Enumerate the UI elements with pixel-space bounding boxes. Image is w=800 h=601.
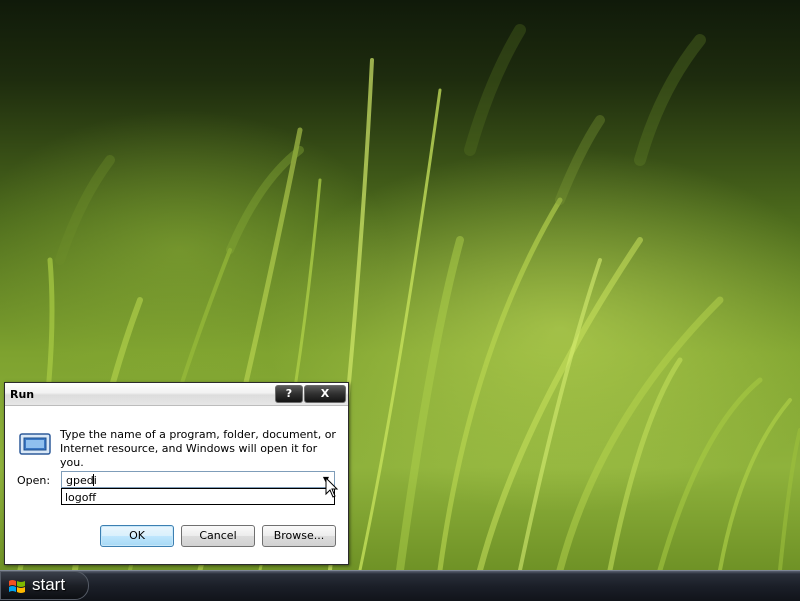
start-button[interactable]: start [0,571,89,600]
run-program-icon [19,433,51,455]
description-line-1: Type the name of a program, folder, docu… [60,428,336,441]
run-dialog: Run ? X Type the name of a program, fold… [4,382,349,565]
start-label: start [32,575,66,594]
open-label: Open: [17,474,51,487]
cancel-button[interactable]: Cancel [181,525,255,547]
open-combobox[interactable]: gpedi ▼ [61,471,335,488]
ok-button[interactable]: OK [100,525,174,547]
close-button[interactable]: X [304,385,346,403]
taskbar: start [0,570,800,601]
browse-button[interactable]: Browse... [262,525,336,547]
windows-logo-icon [9,580,25,593]
run-dialog-titlebar[interactable]: Run ? X [5,383,348,406]
help-button[interactable]: ? [275,385,303,403]
dialog-title: Run [10,388,35,401]
run-description: Type the name of a program, folder, docu… [60,428,340,470]
mouse-pointer-icon [325,477,339,498]
dropdown-item-logoff[interactable]: logoff [65,491,96,504]
autocomplete-dropdown: logoff [61,488,335,505]
text-caret [93,474,94,486]
description-line-2: Internet resource, and Windows will open… [60,442,318,469]
